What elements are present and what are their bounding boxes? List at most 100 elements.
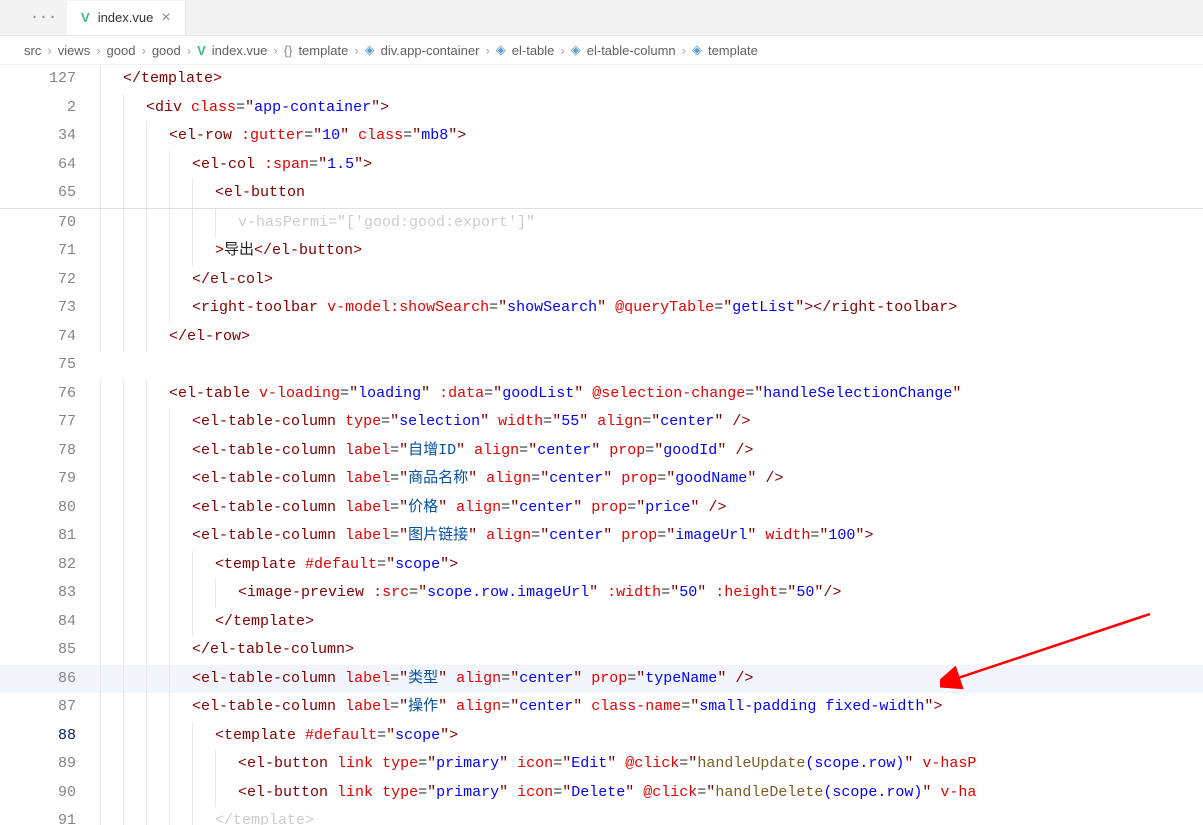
code-line[interactable]: 76 <el-table v-loading="loading" :data="… <box>0 380 1203 409</box>
code-content[interactable]: <el-table-column label="类型" align="cente… <box>100 665 1203 694</box>
code-line[interactable]: 34 <el-row :gutter="10" class="mb8"> <box>0 122 1203 151</box>
breadcrumb-item[interactable]: template <box>708 43 758 58</box>
close-icon[interactable]: × <box>161 9 170 27</box>
line-number: 88 <box>0 722 100 751</box>
code-line[interactable]: 71 >导出</el-button> <box>0 237 1203 266</box>
code-content[interactable]: <el-table-column label="商品名称" align="cen… <box>100 465 1203 494</box>
line-number: 127 <box>0 65 100 94</box>
breadcrumb-sep: › <box>96 43 100 58</box>
breadcrumb-item[interactable]: good <box>152 43 181 58</box>
code-line[interactable]: 88 <template #default="scope"> <box>0 722 1203 751</box>
breadcrumb-item[interactable]: div.app-container <box>381 43 480 58</box>
breadcrumb-item[interactable]: template <box>298 43 348 58</box>
breadcrumb-sep: › <box>47 43 51 58</box>
cube-icon: ◈ <box>365 42 375 58</box>
tab-filename: index.vue <box>98 10 154 25</box>
code-content[interactable]: </el-row> <box>100 323 1203 352</box>
code-line[interactable]: 65 <el-button <box>0 179 1203 208</box>
code-content[interactable]: </el-col> <box>100 266 1203 295</box>
breadcrumb-sep: › <box>485 43 489 58</box>
code-content[interactable]: <el-button link type="primary" icon="Edi… <box>100 750 1203 779</box>
code-content[interactable]: <template #default="scope"> <box>100 551 1203 580</box>
code-editor[interactable]: 70 v-hasPermi="['good:good:export']" 71 … <box>0 209 1203 825</box>
code-line[interactable]: 91 </template> <box>0 807 1203 825</box>
breadcrumb-item[interactable]: views <box>58 43 91 58</box>
code-content[interactable]: </template> <box>100 608 1203 637</box>
code-line[interactable]: 80 <el-table-column label="价格" align="ce… <box>0 494 1203 523</box>
code-line[interactable]: 72 </el-col> <box>0 266 1203 295</box>
activity-menu-icon[interactable]: ··· <box>20 9 67 26</box>
code-line[interactable]: 2 <div class="app-container"> <box>0 94 1203 123</box>
breadcrumb-item[interactable]: el-table-column <box>587 43 676 58</box>
cube-icon: ◈ <box>496 42 506 58</box>
line-number: 64 <box>0 151 100 180</box>
code-content[interactable]: <el-table-column label="操作" align="cente… <box>100 693 1203 722</box>
code-line[interactable]: 85 </el-table-column> <box>0 636 1203 665</box>
code-line[interactable]: 73 <right-toolbar v-model:showSearch="sh… <box>0 294 1203 323</box>
line-number: 82 <box>0 551 100 580</box>
code-content[interactable]: </el-table-column> <box>100 636 1203 665</box>
line-number: 85 <box>0 636 100 665</box>
breadcrumb[interactable]: src › views › good › good › V index.vue … <box>0 36 1203 65</box>
breadcrumb-sep: › <box>187 43 191 58</box>
cube-icon: ◈ <box>692 42 702 58</box>
line-number: 81 <box>0 522 100 551</box>
code-content[interactable]: </template> <box>100 807 1203 825</box>
line-number: 76 <box>0 380 100 409</box>
code-content[interactable]: <el-button <box>100 179 1203 208</box>
code-line[interactable]: 77 <el-table-column type="selection" wid… <box>0 408 1203 437</box>
code-content[interactable]: <right-toolbar v-model:showSearch="showS… <box>100 294 1203 323</box>
code-line[interactable]: 83 <image-preview :src="scope.row.imageU… <box>0 579 1203 608</box>
braces-icon: {} <box>284 43 293 58</box>
line-number: 65 <box>0 179 100 208</box>
code-line[interactable]: 127 </template> <box>0 65 1203 94</box>
code-line[interactable]: 82 <template #default="scope"> <box>0 551 1203 580</box>
code-content[interactable] <box>100 351 1203 380</box>
code-line[interactable]: 81 <el-table-column label="图片链接" align="… <box>0 522 1203 551</box>
line-number: 78 <box>0 437 100 466</box>
line-number: 90 <box>0 779 100 808</box>
code-line[interactable]: 78 <el-table-column label="自增ID" align="… <box>0 437 1203 466</box>
code-content[interactable]: <image-preview :src="scope.row.imageUrl"… <box>100 579 1203 608</box>
code-content[interactable]: <el-row :gutter="10" class="mb8"> <box>100 122 1203 151</box>
line-number: 89 <box>0 750 100 779</box>
line-number: 34 <box>0 122 100 151</box>
code-content[interactable]: <el-table v-loading="loading" :data="goo… <box>100 380 1203 409</box>
breadcrumb-item[interactable]: src <box>24 43 41 58</box>
code-line[interactable]: 74 </el-row> <box>0 323 1203 352</box>
code-line[interactable]: 64 <el-col :span="1.5"> <box>0 151 1203 180</box>
line-number: 79 <box>0 465 100 494</box>
line-number: 72 <box>0 266 100 295</box>
breadcrumb-item[interactable]: el-table <box>512 43 555 58</box>
breadcrumb-sep: › <box>682 43 686 58</box>
code-line[interactable]: 87 <el-table-column label="操作" align="ce… <box>0 693 1203 722</box>
code-content[interactable]: <el-table-column label="图片链接" align="cen… <box>100 522 1203 551</box>
code-content[interactable]: <el-col :span="1.5"> <box>100 151 1203 180</box>
code-content[interactable]: <el-table-column type="selection" width=… <box>100 408 1203 437</box>
code-content[interactable]: <el-button link type="primary" icon="Del… <box>100 779 1203 808</box>
breadcrumb-item[interactable]: good <box>107 43 136 58</box>
code-line[interactable]: 70 v-hasPermi="['good:good:export']" <box>0 209 1203 238</box>
code-line[interactable]: 75 <box>0 351 1203 380</box>
code-content[interactable]: >导出</el-button> <box>100 237 1203 266</box>
code-content[interactable]: <div class="app-container"> <box>100 94 1203 123</box>
code-line[interactable]: 86 <el-table-column label="类型" align="ce… <box>0 665 1203 694</box>
code-content[interactable]: <el-table-column label="自增ID" align="cen… <box>100 437 1203 466</box>
code-content[interactable]: </template> <box>100 65 1203 94</box>
breadcrumb-sep: › <box>560 43 564 58</box>
tab-index-vue[interactable]: V index.vue × <box>67 1 186 35</box>
code-line[interactable]: 79 <el-table-column label="商品名称" align="… <box>0 465 1203 494</box>
code-line[interactable]: 90 <el-button link type="primary" icon="… <box>0 779 1203 808</box>
line-number: 83 <box>0 579 100 608</box>
line-number: 84 <box>0 608 100 637</box>
line-number: 87 <box>0 693 100 722</box>
line-number: 77 <box>0 408 100 437</box>
code-line[interactable]: 84 </template> <box>0 608 1203 637</box>
sticky-scroll-header[interactable]: 127 </template> 2 <div class="app-contai… <box>0 65 1203 209</box>
code-content[interactable]: v-hasPermi="['good:good:export']" <box>100 209 1203 238</box>
code-content[interactable]: <el-table-column label="价格" align="cente… <box>100 494 1203 523</box>
code-content[interactable]: <template #default="scope"> <box>100 722 1203 751</box>
breadcrumb-item[interactable]: index.vue <box>212 43 268 58</box>
code-line[interactable]: 89 <el-button link type="primary" icon="… <box>0 750 1203 779</box>
vue-icon: V <box>197 43 206 58</box>
